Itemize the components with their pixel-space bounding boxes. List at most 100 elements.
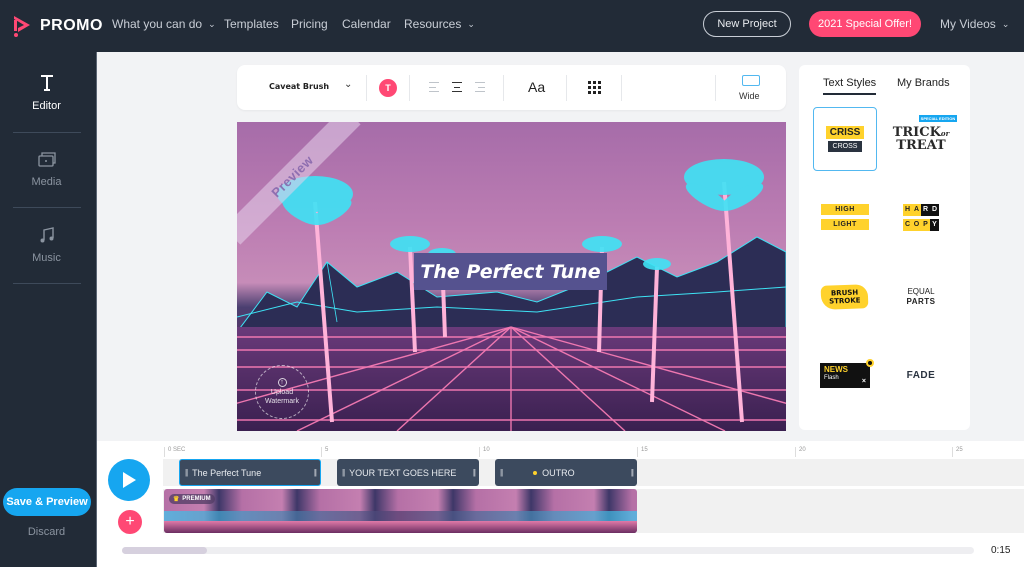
special-edition-badge: SPECIAL EDITION [918,114,958,122]
sidebar-item-editor[interactable]: Editor [0,72,93,112]
letter: P [921,218,930,231]
brand-name: PROMO [40,17,103,34]
toolbar-divider [366,75,367,101]
video-thumbnail-band [164,511,637,521]
sidebar-divider [13,283,81,284]
timeline-clip[interactable]: || OUTRO || [495,459,637,486]
align-right-icon[interactable] [475,82,485,92]
text-color-button[interactable]: T [379,79,397,97]
sidebar-item-media[interactable]: Media [0,148,93,188]
nav-label: What you can do [112,17,203,31]
discard-link[interactable]: Discard [0,526,93,538]
drag-handle-icon[interactable]: || [185,468,188,477]
style-criss-cross[interactable]: CRISS CROSS [813,107,877,171]
style-text-line: NEWS [824,364,848,374]
music-note-icon [38,224,56,246]
toolbar-divider [715,75,716,101]
clip-label: OUTRO [542,467,575,478]
crown-icon: ♛ [173,496,180,503]
add-clip-button[interactable]: + [118,510,142,534]
style-equal-parts[interactable]: EQUAL PARTS [889,265,953,329]
sidebar-divider [13,132,81,133]
style-text-line: Flash [824,374,839,381]
timeline-tick: 25 [952,447,963,457]
font-select[interactable]: Caveat Brush [269,82,329,91]
special-offer-button[interactable]: 2021 Special Offer! [809,11,921,37]
style-text: HIGH [821,204,869,215]
timeline-tick: 15 [637,447,648,457]
text-size-button[interactable]: Aa [528,79,545,95]
upload-watermark-button[interactable]: ↑ Upload Watermark [255,365,309,419]
logo[interactable]: PROMO [12,14,103,38]
toolbar-divider [566,75,567,101]
tab-my-brands[interactable]: My Brands [897,77,950,89]
scrollbar-thumb[interactable] [122,547,208,554]
nav-label: Calendar [342,17,391,31]
toolbar-divider [409,75,410,101]
close-icon: × [861,377,866,385]
letter: D [930,203,939,216]
drag-handle-icon[interactable]: || [342,468,345,477]
top-navbar: PROMO What you can do ⌄ Templates Pricin… [0,0,1024,52]
align-left-icon[interactable] [429,82,439,92]
nav-templates[interactable]: Templates [224,17,279,31]
save-preview-button[interactable]: Save & Preview [3,488,91,516]
style-text: EQUAL PARTS [906,287,935,307]
style-text-line: STROKE [829,296,861,306]
nav-label: Templates [224,17,279,31]
nav-pricing[interactable]: Pricing [291,17,328,31]
clip-label: The Perfect Tune [192,467,262,478]
video-clip[interactable]: ♛ PREMIUM [164,489,637,533]
drag-handle-icon[interactable]: || [473,468,476,477]
letter: Y [930,218,939,231]
drag-handle-icon[interactable]: || [314,468,317,477]
sidebar-item-label: Media [31,176,62,188]
timeline-clip[interactable]: || YOUR TEXT GOES HERE || [337,459,479,486]
timeline-scrollbar[interactable] [122,547,974,554]
premium-badge: ♛ PREMIUM [169,494,215,504]
style-text: NEWS Flash × [820,358,874,388]
style-highlight[interactable]: HIGH LIGHT [813,185,877,249]
play-icon [123,472,136,488]
style-trick-or-treat[interactable]: SPECIAL EDITION TRICKor TREAT [889,107,958,171]
style-text: CROSS [827,141,863,152]
letter: A [912,203,921,216]
letter: O [912,218,921,231]
toolbar-divider [503,75,504,101]
media-icon [37,148,57,170]
video-thumbnail-floor [164,521,637,533]
wide-aspect-icon[interactable] [742,75,760,86]
new-project-button[interactable]: New Project [703,11,791,37]
my-videos-label: My Videos [940,17,996,31]
nav-resources[interactable]: Resources ⌄ [404,17,475,31]
play-button[interactable] [108,459,150,501]
style-text: SPECIAL EDITION TRICKor TREAT [893,114,958,152]
drag-handle-icon[interactable]: || [500,468,503,477]
style-text: H A R D [903,203,939,216]
chevron-down-icon[interactable]: ⌄ [344,79,352,90]
timeline-tick: 20 [795,447,806,457]
style-fade[interactable]: FADE [889,343,953,407]
nav-what-you-can-do[interactable]: What you can do ⌄ [112,17,216,31]
clip-label: YOUR TEXT GOES HERE [349,467,457,478]
style-text: C O P Y [903,218,939,231]
style-hard-copy[interactable]: H A R D C O P Y [889,185,953,249]
letter: C [903,218,912,231]
style-news-flash[interactable]: NEWS Flash × [813,343,877,407]
canvas-title-text[interactable]: The Perfect Tune [414,253,607,290]
my-videos-menu[interactable]: My Videos ⌄ [940,17,1009,31]
sidebar: Editor Media Music Save & Preview Discar… [0,52,96,567]
style-text: CRISS [825,126,865,139]
tab-text-styles[interactable]: Text Styles [823,77,877,95]
timeline-clip[interactable]: || The Perfect Tune || [179,459,321,486]
aspect-label[interactable]: Wide [739,91,760,101]
video-preview-canvas[interactable]: Preview The Perfect Tune ↑ Upload Waterm… [237,122,786,431]
nav-calendar[interactable]: Calendar [342,17,391,31]
sidebar-item-music[interactable]: Music [0,224,93,264]
timeline-tick: 10 [479,447,490,457]
drag-handle-icon[interactable]: || [631,468,634,477]
align-center-icon[interactable] [452,82,462,92]
grid-icon[interactable] [588,81,601,94]
premium-label: PREMIUM [182,496,211,502]
style-brush-stroke[interactable]: BRUSH STROKE [813,265,877,329]
